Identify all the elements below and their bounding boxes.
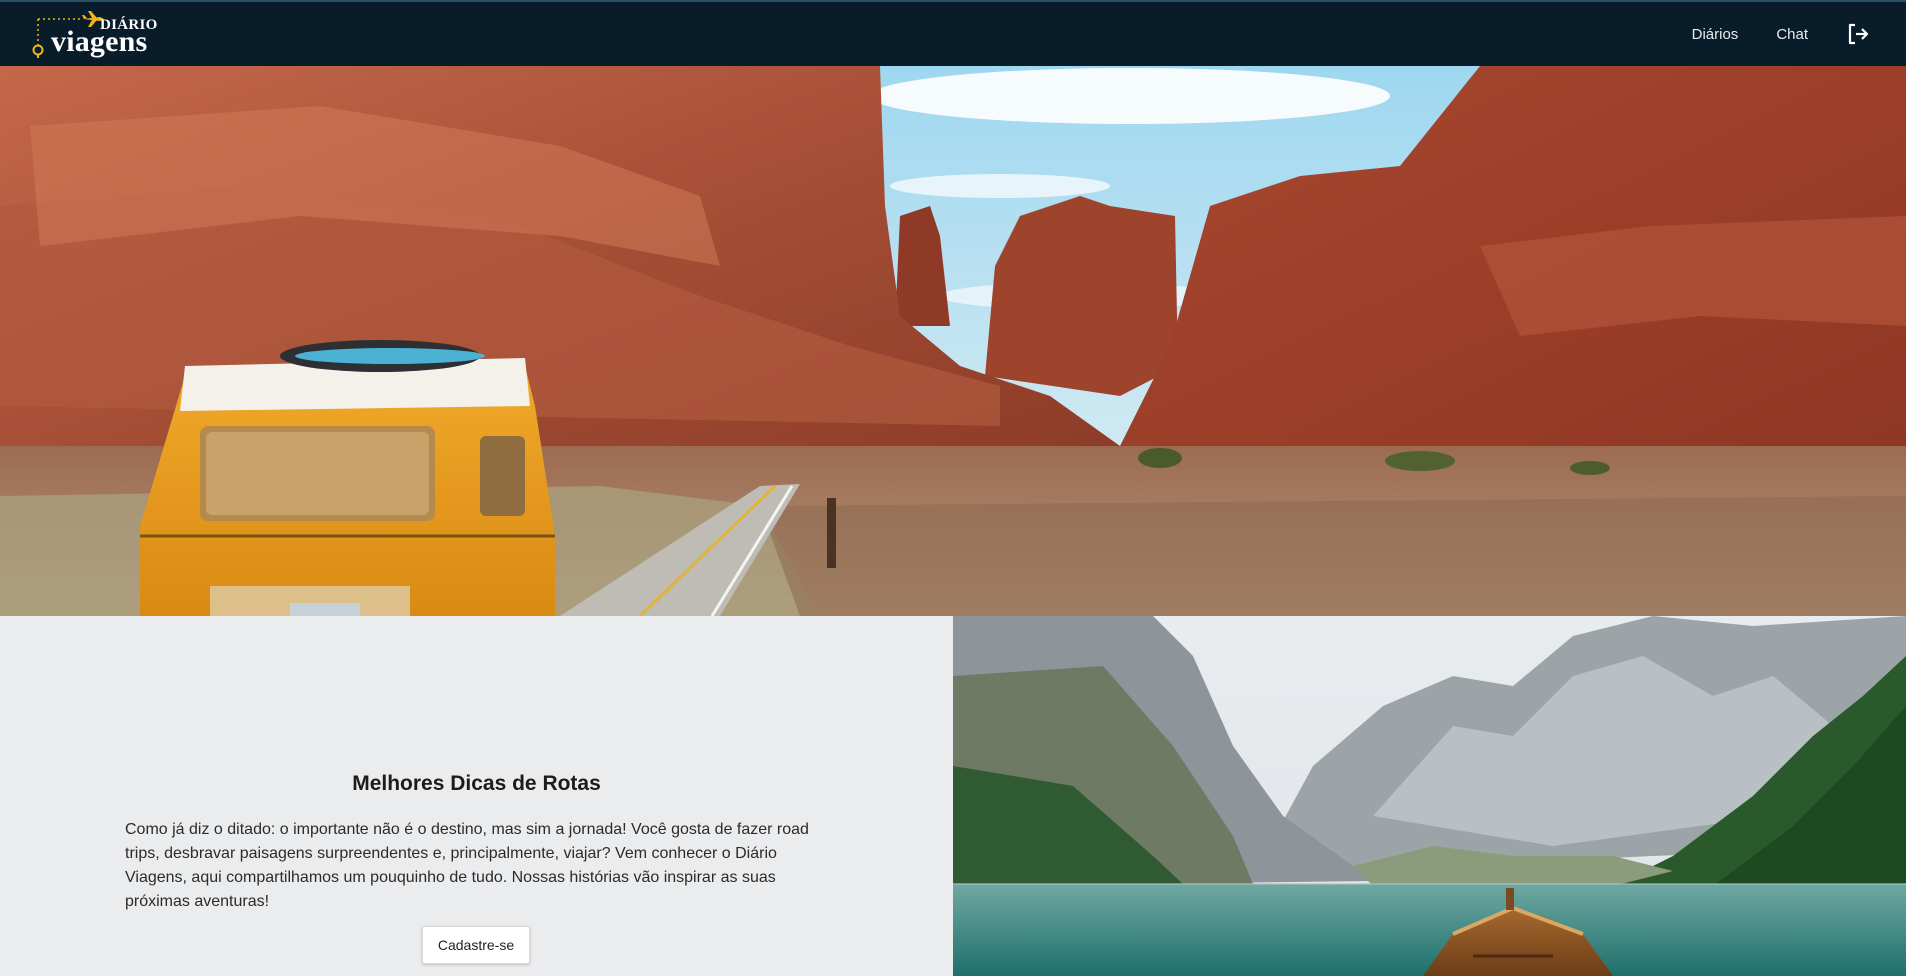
info-section: Melhores Dicas de Rotas Como já diz o di…: [0, 616, 953, 976]
desert-canyon-image: [0, 66, 1906, 616]
info-title: Melhores Dicas de Rotas: [352, 772, 601, 795]
nav-link-diarios[interactable]: Diários: [1692, 26, 1739, 43]
brand-logo[interactable]: DIÁRIO viagens: [30, 7, 160, 61]
info-paragraph: Como já diz o ditado: o importante não é…: [125, 821, 809, 910]
logout-icon[interactable]: [1846, 22, 1870, 46]
lake-image: [953, 616, 1906, 976]
hero-image-desert-road: [0, 66, 1906, 616]
brand-line-2: viagens: [51, 25, 148, 58]
mountain-lake-image: [953, 616, 1906, 976]
nav-link-chat[interactable]: Chat: [1776, 26, 1808, 43]
nav-links: Diários Chat: [1692, 22, 1870, 46]
navbar: DIÁRIO viagens Diários Chat: [0, 2, 1906, 66]
signup-button[interactable]: Cadastre-se: [422, 926, 530, 964]
